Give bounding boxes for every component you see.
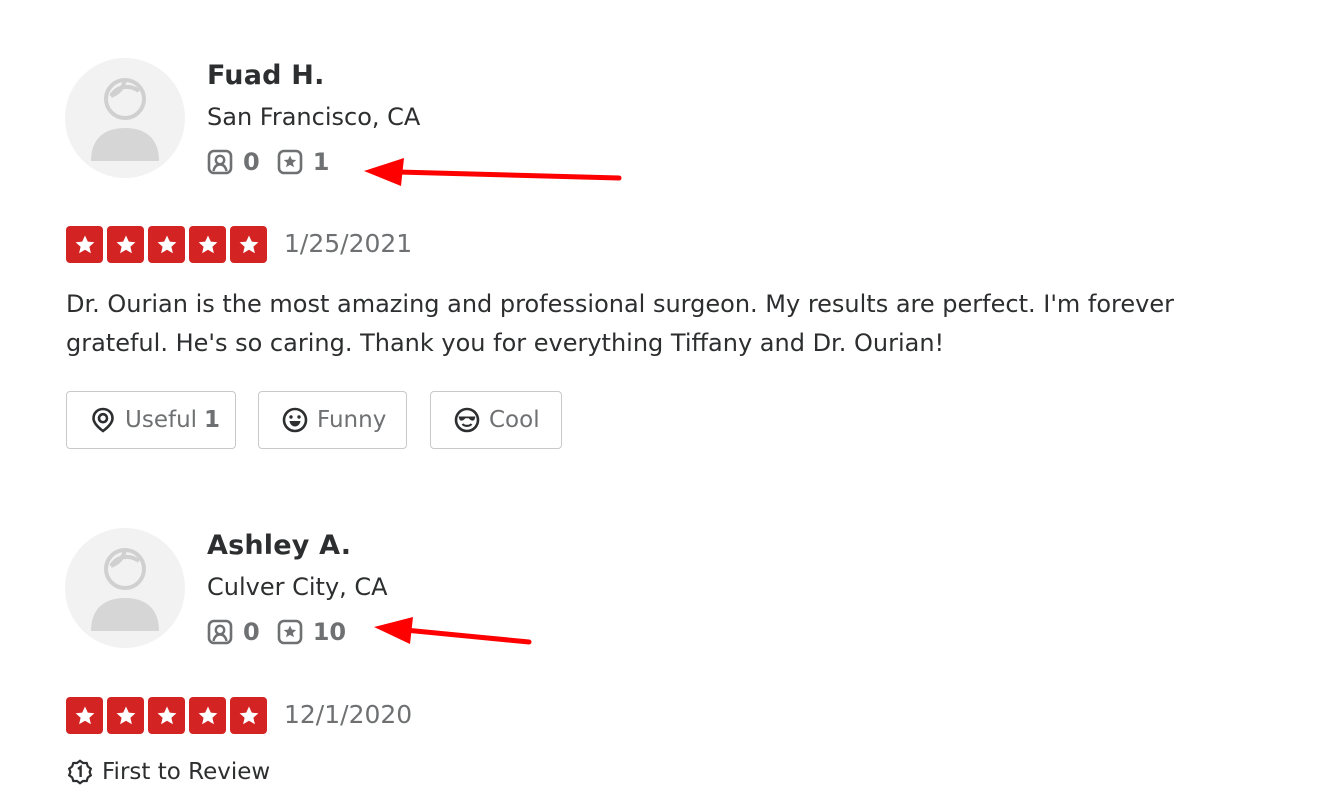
user-stats: 0 1: [207, 148, 346, 176]
cool-button[interactable]: Cool: [430, 391, 562, 449]
star-icon: [66, 226, 103, 263]
review-star-icon: [277, 149, 303, 175]
useful-count: 1: [204, 407, 221, 433]
star-rating: [66, 697, 271, 734]
user-avatar[interactable]: [65, 58, 185, 178]
first-badge-icon: [67, 759, 93, 785]
useful-label: Useful: [125, 407, 198, 433]
star-icon: [148, 697, 185, 734]
friends-count: 0: [243, 618, 260, 646]
useful-button[interactable]: Useful 1: [66, 391, 236, 449]
reviews-stat: 10: [277, 618, 346, 646]
funny-label: Funny: [317, 407, 387, 433]
user-name[interactable]: Fuad H.: [207, 60, 325, 91]
star-rating: [66, 226, 271, 263]
star-icon: [148, 226, 185, 263]
first-to-review-badge: First to Review: [67, 759, 270, 785]
user-stats: 0 10: [207, 618, 363, 646]
star-icon: [230, 697, 267, 734]
review-comment: Dr. Ourian is the most amazing and profe…: [66, 290, 1174, 357]
annotation-arrow-icon: [374, 617, 532, 645]
review-count: 1: [312, 148, 330, 176]
user-location: Culver City, CA: [207, 573, 388, 601]
review-star-icon: [277, 619, 303, 645]
first-to-review-label: First to Review: [102, 759, 271, 785]
star-icon: [189, 226, 226, 263]
reviews-stat: 1: [277, 148, 330, 176]
friends-stat: 0: [207, 618, 260, 646]
review-count: 10: [312, 618, 347, 646]
friends-icon: [207, 149, 233, 175]
useful-icon: [92, 407, 114, 433]
star-icon: [189, 697, 226, 734]
review-date: 1/25/2021: [284, 229, 413, 258]
user-location: San Francisco, CA: [207, 103, 421, 131]
review-date: 12/1/2020: [284, 700, 413, 729]
star-icon: [66, 697, 103, 734]
friends-icon: [207, 619, 233, 645]
funny-button[interactable]: Funny: [258, 391, 407, 449]
friends-count: 0: [243, 148, 260, 176]
cool-label: Cool: [489, 407, 540, 433]
friends-stat: 0: [207, 148, 260, 176]
star-icon: [107, 697, 144, 734]
cool-face-icon: [454, 407, 480, 433]
funny-face-icon: [282, 407, 308, 433]
star-icon: [230, 226, 267, 263]
star-icon: [107, 226, 144, 263]
default-user-avatar-icon: [91, 78, 159, 161]
user-avatar[interactable]: [65, 528, 185, 648]
annotation-arrow-icon: [364, 158, 622, 186]
default-user-avatar-icon: [91, 548, 159, 631]
user-name[interactable]: Ashley A.: [207, 530, 351, 561]
